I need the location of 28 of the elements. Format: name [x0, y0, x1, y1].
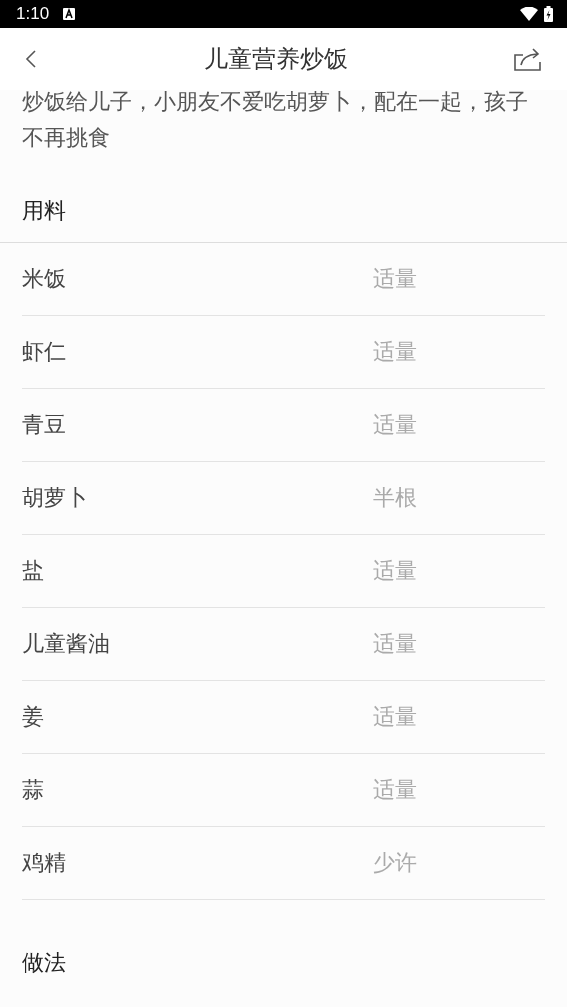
- page-title: 儿童营养炒饭: [202, 44, 349, 75]
- ingredient-name: 蒜: [22, 776, 45, 804]
- ingredient-name: 胡萝卜: [22, 484, 89, 512]
- battery-icon: [544, 6, 553, 22]
- ingredient-amount: 少许: [373, 849, 418, 877]
- ingredient-name: 虾仁: [22, 338, 67, 366]
- ingredient-amount: 适量: [373, 776, 418, 804]
- ingredient-amount: 适量: [373, 630, 418, 658]
- notification-icon: [63, 8, 76, 20]
- ingredient-amount: 适量: [373, 557, 418, 585]
- share-button[interactable]: [513, 47, 543, 71]
- ingredient-name: 青豆: [22, 411, 67, 439]
- ingredient-name: 米饭: [22, 265, 67, 293]
- ingredient-amount: 适量: [373, 265, 418, 293]
- recipe-description: 炒饭给儿子，小朋友不爱吃胡萝卜，配在一起，孩子不再挑食: [21, 88, 529, 152]
- section-heading: 用料: [0, 180, 567, 243]
- ingredient-amount: 适量: [373, 703, 418, 731]
- back-button[interactable]: [24, 49, 38, 69]
- ingredient-name: 盐: [22, 557, 45, 585]
- ingredient-name: 鸡精: [22, 849, 67, 877]
- wifi-icon: [520, 7, 538, 21]
- ingredient-amount: 半根: [373, 484, 418, 512]
- status-time: 1:10: [16, 4, 50, 24]
- ingredient-name: 儿童酱油: [22, 630, 111, 658]
- ingredient-amount: 适量: [373, 411, 418, 439]
- section-heading: 做法: [21, 949, 67, 977]
- ingredient-amount: 适量: [373, 338, 418, 366]
- ingredient-name: 姜: [22, 703, 45, 731]
